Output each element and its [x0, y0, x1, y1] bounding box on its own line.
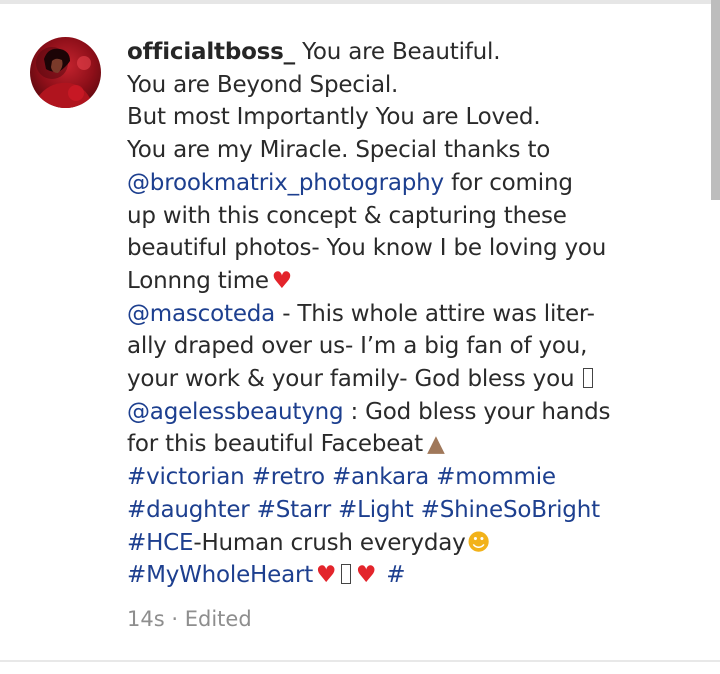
- hashtag-link[interactable]: #HCE: [127, 530, 194, 556]
- comment-line: ally draped over us- I’m a big fan of yo…: [127, 333, 588, 360]
- mention-link[interactable]: @mascoteda: [127, 301, 275, 327]
- comment-line: Lonnng time ♥: [127, 265, 707, 298]
- mention-link[interactable]: @brookmatrix_photography: [127, 170, 444, 196]
- missing-glyph-icon: [341, 564, 352, 585]
- comment-body: officialtboss_ You are Beautiful. You ar…: [127, 36, 707, 592]
- missing-glyph-icon: [583, 368, 594, 389]
- timestamp: 14s: [127, 607, 165, 631]
- comment-text: You are Beautiful.: [302, 39, 501, 65]
- avatar[interactable]: [30, 37, 101, 108]
- comment-text: -Human crush everyday: [193, 529, 466, 556]
- username-link[interactable]: officialtboss_: [127, 39, 295, 65]
- meta-separator: ·: [171, 607, 179, 631]
- hashtag-line[interactable]: #victorian #retro #ankara #mommie: [127, 461, 707, 494]
- comment-line: your work & your family- God bless you: [127, 363, 707, 396]
- hashtag-link[interactable]: #: [386, 562, 405, 588]
- comment-line: beautiful photos- You know I be loving y…: [127, 235, 607, 262]
- comment-text: for coming: [451, 169, 573, 196]
- mention-link[interactable]: @agelessbeautyng: [127, 399, 344, 425]
- comment-line: @agelessbeautyng : God bless your hands: [127, 396, 707, 429]
- comment-line: up with this concept & capturing these: [127, 202, 567, 229]
- heart-emoji-icon: ♥: [315, 562, 337, 589]
- heart-emoji-icon: ♥: [355, 562, 377, 589]
- laughing-face-emoji-icon: ☻: [466, 529, 491, 556]
- hashtag-link[interactable]: #MyWholeHeart: [127, 562, 313, 588]
- comment-line: @brookmatrix_photography for coming: [127, 167, 707, 200]
- top-divider: [0, 0, 720, 4]
- comment-line: #MyWholeHeart ♥ ♥ #: [127, 559, 707, 592]
- comment-meta: 14s · Edited: [127, 607, 252, 631]
- comment-line: @mascoteda - This whole attire was liter…: [127, 298, 707, 331]
- comment-text: your work & your family- God bless you: [127, 366, 575, 393]
- comment-line: officialtboss_ You are Beautiful.: [127, 36, 707, 69]
- comment-text: Lonnng time: [127, 267, 269, 294]
- comment-text: : God bless your hands: [350, 398, 611, 425]
- comment-line: #HCE-Human crush everyday☻: [127, 527, 707, 560]
- comment-line: You are my Miracle. Special thanks to: [127, 137, 551, 164]
- comment-text: for this beautiful Facebeat: [127, 431, 423, 458]
- edited-label: Edited: [184, 607, 252, 631]
- comment-text: - This whole attire was liter-: [282, 300, 595, 327]
- comment-line: You are Beyond Special.: [127, 71, 399, 98]
- avatar-photo: [36, 47, 94, 108]
- comment-line: for this beautiful Facebeat ▲: [127, 428, 707, 461]
- bottom-divider: [0, 660, 720, 662]
- heart-emoji-icon: ♥: [271, 267, 293, 294]
- hashtag-line[interactable]: #daughter #Starr #Light #ShineSoBright: [127, 494, 707, 527]
- comment-line: But most Importantly You are Loved.: [127, 104, 541, 131]
- praying-hands-emoji-icon: ▲: [427, 431, 445, 458]
- scrollbar-thumb[interactable]: [711, 0, 720, 200]
